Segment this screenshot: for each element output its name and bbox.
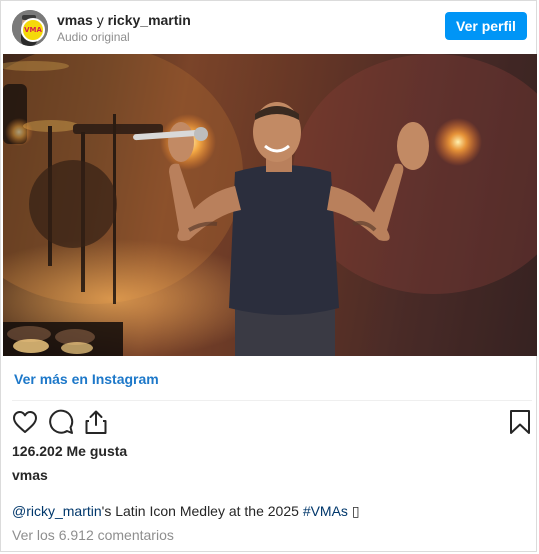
caption-owner-username[interactable]: vmas xyxy=(12,467,48,483)
post-caption: @ricky_martin's Latin Icon Medley at the… xyxy=(12,503,360,520)
hashtag-vmas-link[interactable]: #VMAs xyxy=(303,503,348,519)
bookmark-icon[interactable] xyxy=(507,409,533,435)
mention-ricky-martin-link[interactable]: @ricky_martin xyxy=(12,503,102,519)
audio-label[interactable]: Audio original xyxy=(57,30,130,44)
view-comments-link[interactable]: Ver los 6.912 comentarios xyxy=(12,527,174,543)
instagram-embed-card: VMA vmas y ricky_martin Audio original V… xyxy=(0,0,537,552)
comment-bubble-icon[interactable] xyxy=(48,409,74,435)
share-upload-icon[interactable] xyxy=(83,409,109,435)
caption-text: 's Latin Icon Medley at the 2025 xyxy=(101,503,303,519)
view-profile-button[interactable]: Ver perfil xyxy=(445,12,527,40)
video-frame-image xyxy=(3,54,537,356)
username-vmas[interactable]: vmas xyxy=(57,12,93,28)
post-video[interactable] xyxy=(3,54,537,356)
author-connector: y xyxy=(92,12,108,28)
like-count[interactable]: 126.202 Me gusta xyxy=(12,443,127,459)
see-more-on-instagram-link[interactable]: Ver más en Instagram xyxy=(14,371,159,387)
divider xyxy=(12,400,532,401)
username-ricky-martin[interactable]: ricky_martin xyxy=(108,12,191,28)
post-authors: vmas y ricky_martin xyxy=(57,12,191,28)
post-header: VMA vmas y ricky_martin Audio original V… xyxy=(1,1,536,53)
vma-badge-icon: VMA xyxy=(21,18,45,42)
heart-icon[interactable] xyxy=(12,409,38,435)
caption-emoji: ▯ xyxy=(347,503,360,519)
